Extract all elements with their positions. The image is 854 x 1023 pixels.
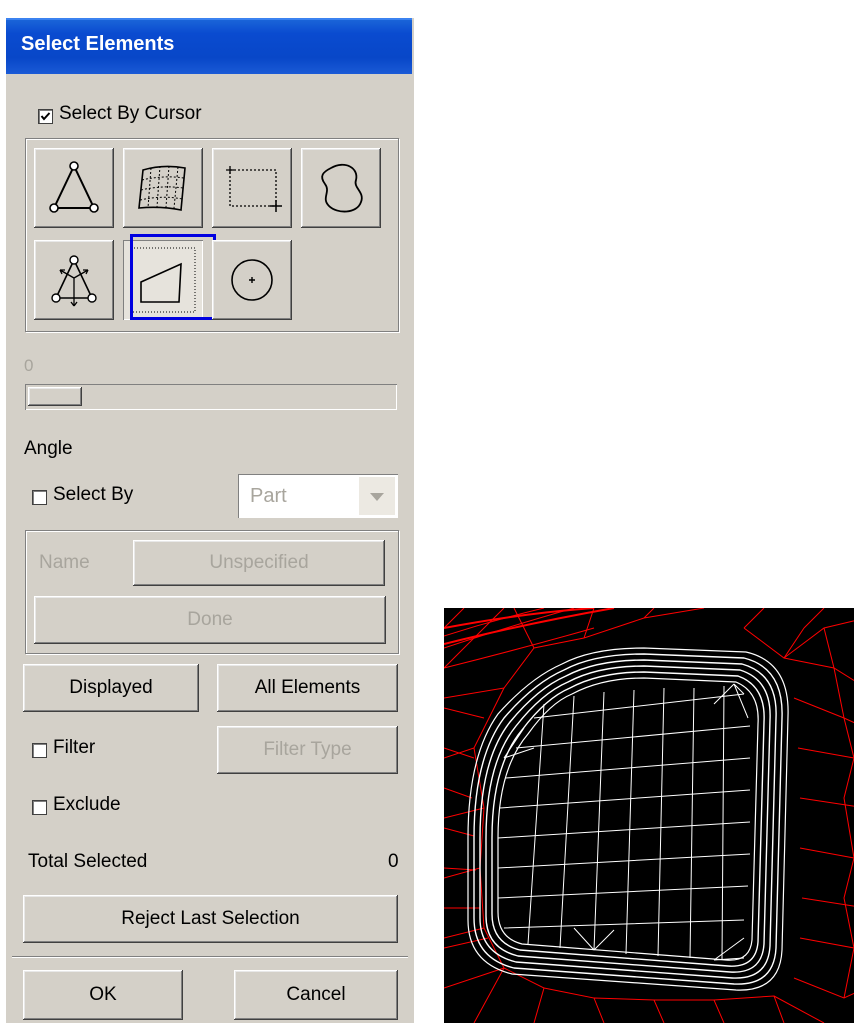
surface-mesh-icon xyxy=(138,165,186,211)
exclude-checkbox[interactable] xyxy=(32,800,47,815)
ok-button[interactable]: OK xyxy=(23,970,183,1020)
title-bar[interactable]: Select Elements xyxy=(6,18,412,74)
unspecified-button[interactable]: Unspecified xyxy=(133,540,385,586)
select-by-dropdown-value: Part xyxy=(250,485,287,507)
footer-separator xyxy=(12,956,408,958)
slider-value-label: 0 xyxy=(24,356,34,375)
mesh-canvas xyxy=(444,608,854,1023)
displayed-button[interactable]: Displayed xyxy=(23,664,199,712)
select-by-cursor-checkbox[interactable] xyxy=(38,109,53,124)
circle-select-icon xyxy=(231,259,273,301)
adjacent-elements-icon xyxy=(51,255,97,307)
adjacent-tool-button[interactable] xyxy=(34,240,114,320)
done-button[interactable]: Done xyxy=(34,596,386,644)
freehand-tool-button[interactable] xyxy=(301,148,381,228)
select-elements-dialog: Select Elements Select By Cursor 0 Angle… xyxy=(6,18,414,1023)
filter-type-button[interactable]: Filter Type xyxy=(217,726,398,774)
select-by-checkbox[interactable] xyxy=(32,490,47,505)
angle-slider-thumb[interactable] xyxy=(28,387,82,406)
surface-tool-button[interactable] xyxy=(123,148,203,228)
exclude-label: Exclude xyxy=(53,794,121,815)
chevron-down-icon xyxy=(370,493,384,501)
total-selected-value: 0 xyxy=(388,851,399,872)
box-tool-button[interactable] xyxy=(212,148,292,228)
select-by-label: Select By xyxy=(53,484,134,505)
dropdown-arrow-button[interactable] xyxy=(358,477,395,515)
select-by-cursor-label: Select By Cursor xyxy=(59,103,202,124)
cancel-button[interactable]: Cancel xyxy=(234,970,398,1020)
reject-last-selection-button[interactable]: Reject Last Selection xyxy=(23,895,398,943)
triangle-tool-button[interactable] xyxy=(34,148,114,228)
filter-label: Filter xyxy=(53,737,96,758)
mesh-viewport[interactable] xyxy=(444,608,854,1023)
all-elements-button[interactable]: All Elements xyxy=(217,664,398,712)
filter-checkbox[interactable] xyxy=(32,743,47,758)
circle-tool-button[interactable] xyxy=(212,240,292,320)
dialog-title: Select Elements xyxy=(21,33,175,55)
freehand-lasso-icon xyxy=(321,163,363,213)
box-select-icon xyxy=(226,166,282,212)
total-selected-label: Total Selected xyxy=(28,851,148,872)
angle-label: Angle xyxy=(24,438,73,459)
triangle-element-icon xyxy=(49,161,99,213)
selection-highlight xyxy=(130,234,216,320)
select-by-dropdown[interactable]: Part xyxy=(238,474,398,518)
checkmark-icon xyxy=(40,112,51,121)
name-label: Name xyxy=(39,552,90,573)
